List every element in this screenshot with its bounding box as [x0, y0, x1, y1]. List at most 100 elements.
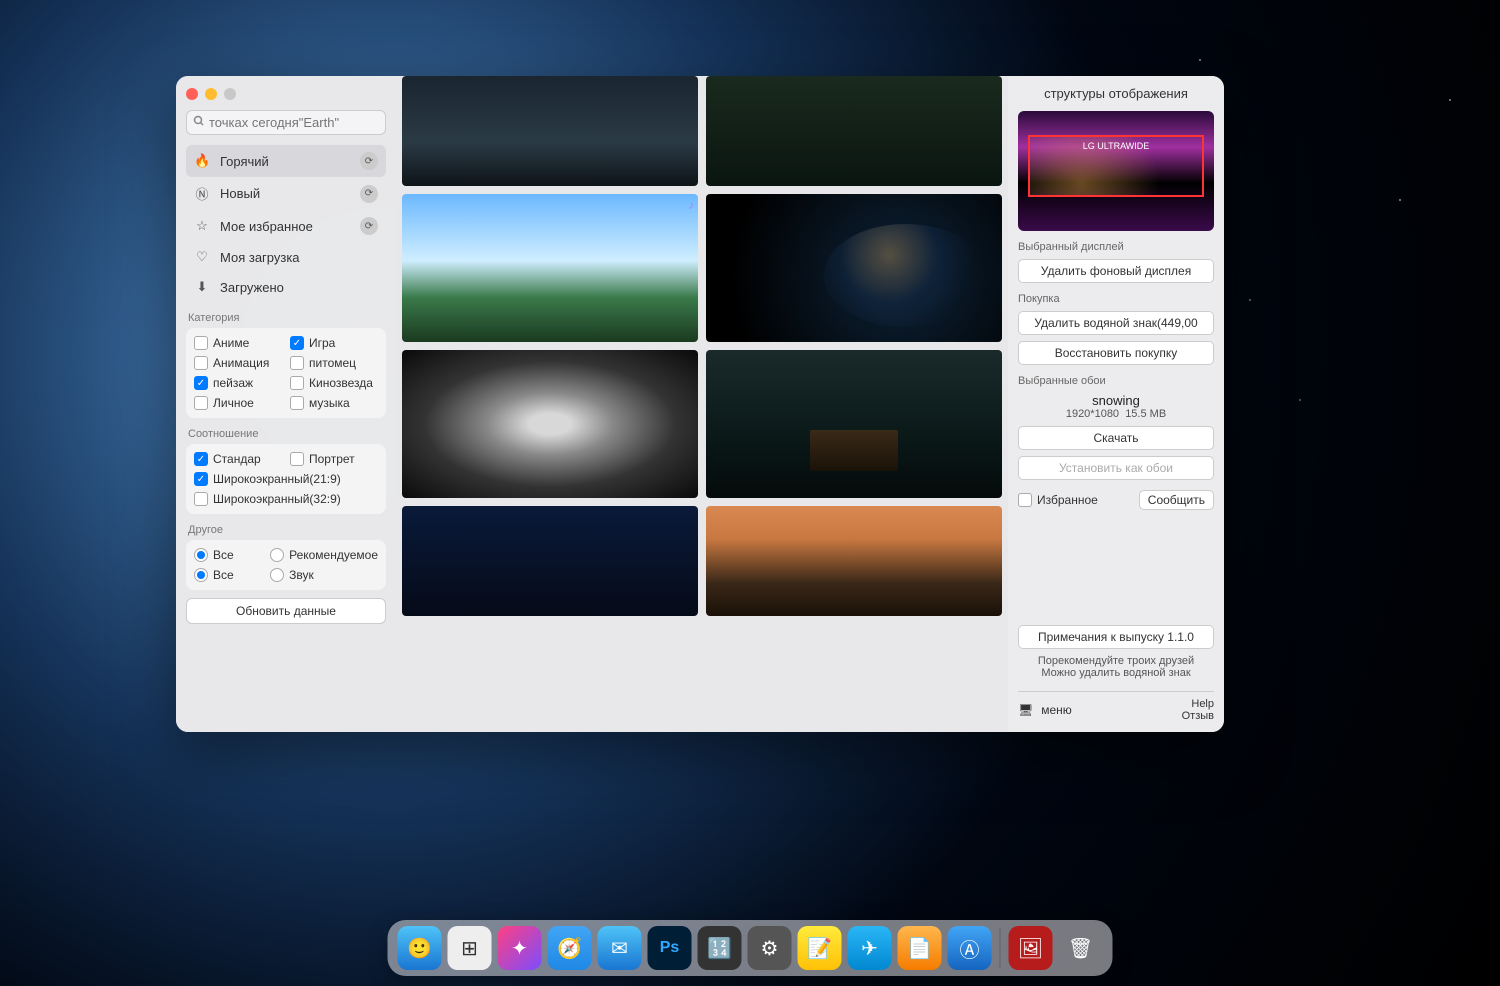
- left-sidebar: 🔥 Горячий ⟳ Ⓝ Новый ⟳ ☆ Мое избранное ⟳ …: [176, 76, 396, 732]
- feedback-link[interactable]: Отзыв: [1182, 710, 1214, 722]
- cat-personal[interactable]: Личное: [194, 396, 282, 410]
- cat-game[interactable]: ✓Игра: [290, 336, 378, 350]
- selected-wall-label: Выбранные обои: [1018, 375, 1214, 387]
- dock-photoshop[interactable]: Ps: [648, 926, 692, 970]
- nav-hot[interactable]: 🔥 Горячий ⟳: [186, 145, 386, 177]
- refresh-icon[interactable]: ⟳: [360, 185, 378, 203]
- other-sound[interactable]: Звук: [270, 568, 378, 582]
- display-name-label: LG ULTRAWIDE: [1083, 141, 1150, 151]
- dock-mail[interactable]: ✉: [598, 926, 642, 970]
- dock: 🙂 ⊞ ✦ 🧭 ✉ Ps 🔢 ⚙ 📝 ✈ 📄 Ⓐ 🖼 🗑: [388, 920, 1113, 976]
- close-button[interactable]: [186, 88, 198, 100]
- search-field[interactable]: [186, 110, 386, 135]
- wallpaper-thumb[interactable]: [706, 76, 1002, 186]
- dock-divider: [1000, 928, 1001, 968]
- wallpaper-name: snowing: [1018, 393, 1214, 408]
- refresh-icon[interactable]: ⟳: [360, 152, 378, 170]
- purchase-label: Покупка: [1018, 293, 1214, 305]
- new-icon: Ⓝ: [194, 184, 210, 203]
- wallpaper-thumb[interactable]: [706, 506, 1002, 616]
- other-all1[interactable]: Все: [194, 548, 262, 562]
- nav-fav-label: Мое избранное: [220, 219, 313, 234]
- restore-purchase-button[interactable]: Восстановить покупку: [1018, 341, 1214, 365]
- cat-music[interactable]: музыка: [290, 396, 378, 410]
- dock-notes[interactable]: 📝: [798, 926, 842, 970]
- remove-watermark-button[interactable]: Удалить водяной знак(449,00: [1018, 311, 1214, 335]
- dock-finder[interactable]: 🙂: [398, 926, 442, 970]
- ratio-group: ✓Стандар Портрет ✓Широкоэкранный(21:9) Ш…: [186, 444, 386, 514]
- refresh-data-button[interactable]: Обновить данные: [186, 598, 386, 624]
- dock-telegram[interactable]: ✈: [848, 926, 892, 970]
- release-notes-button[interactable]: Примечания к выпуску 1.1.0: [1018, 625, 1214, 649]
- window-controls: [186, 88, 386, 100]
- cat-moviestar[interactable]: Кинозвезда: [290, 376, 378, 390]
- cat-pet[interactable]: питомец: [290, 356, 378, 370]
- wallpaper-thumb[interactable]: [402, 350, 698, 498]
- wallpaper-thumb[interactable]: [402, 506, 698, 616]
- wallpaper-gallery: ♪: [396, 76, 1008, 732]
- search-icon: [193, 115, 205, 130]
- wallpaper-resolution: 1920*1080: [1066, 408, 1119, 420]
- wallpaper-thumb[interactable]: ♪: [402, 194, 698, 342]
- wallpaper-info: snowing 1920*1080 15.5 MB: [1018, 393, 1214, 420]
- nav-new-label: Новый: [220, 186, 260, 201]
- help-link[interactable]: Help: [1182, 698, 1214, 710]
- nav-loaded-label: Загружено: [220, 280, 284, 295]
- dock-launchpad[interactable]: ⊞: [448, 926, 492, 970]
- dock-arc[interactable]: ✦: [498, 926, 542, 970]
- ratio-portrait[interactable]: Портрет: [290, 452, 378, 466]
- maximize-button[interactable]: [224, 88, 236, 100]
- dock-calculator[interactable]: 🔢: [698, 926, 742, 970]
- dock-safari[interactable]: 🧭: [548, 926, 592, 970]
- music-icon: ♪: [688, 198, 694, 212]
- wallpaper-thumb[interactable]: [706, 350, 1002, 498]
- dock-settings[interactable]: ⚙: [748, 926, 792, 970]
- dock-appstore[interactable]: Ⓐ: [948, 926, 992, 970]
- ratio-329[interactable]: Широкоэкранный(32:9): [194, 492, 378, 506]
- ratio-219[interactable]: ✓Широкоэкранный(21:9): [194, 472, 378, 486]
- nav-new[interactable]: Ⓝ Новый ⟳: [186, 177, 386, 210]
- favorite-checkbox[interactable]: Избранное: [1018, 493, 1098, 507]
- nav-loaded[interactable]: ⬇ Загружено: [186, 272, 386, 302]
- other-label: Другое: [188, 524, 386, 536]
- category-label: Категория: [188, 312, 386, 324]
- wallpaper-thumb[interactable]: [402, 76, 698, 186]
- nav-downloads[interactable]: ♡ Моя загрузка: [186, 242, 386, 272]
- ratio-standard[interactable]: ✓Стандар: [194, 452, 282, 466]
- category-group: Аниме ✓Игра Анимация питомец ✓пейзаж Кин…: [186, 328, 386, 418]
- dock-pages[interactable]: 📄: [898, 926, 942, 970]
- wallpaper-thumb[interactable]: [706, 194, 1002, 342]
- nav-dl-label: Моя загрузка: [220, 250, 300, 265]
- panel-title: структуры отображения: [1018, 86, 1214, 101]
- screen-icon[interactable]: 🖥: [1018, 703, 1033, 717]
- menu-button[interactable]: меню: [1041, 703, 1072, 717]
- flame-icon: 🔥: [194, 153, 210, 169]
- download-icon: ⬇: [194, 279, 210, 295]
- display-preview[interactable]: LG ULTRAWIDE: [1018, 111, 1214, 231]
- star-icon: ☆: [194, 218, 210, 234]
- search-input[interactable]: [209, 115, 379, 130]
- dock-trash[interactable]: 🗑: [1059, 926, 1103, 970]
- other-recommended[interactable]: Рекомендуемое: [270, 548, 378, 562]
- set-wallpaper-button[interactable]: Установить как обои: [1018, 456, 1214, 480]
- nav-favorites[interactable]: ☆ Мое избранное ⟳: [186, 210, 386, 242]
- report-button[interactable]: Сообщить: [1139, 490, 1214, 510]
- cat-landscape[interactable]: ✓пейзаж: [194, 376, 282, 390]
- delete-bg-button[interactable]: Удалить фоновый дисплея: [1018, 259, 1214, 283]
- refresh-icon[interactable]: ⟳: [360, 217, 378, 235]
- selected-display-label: Выбранный дисплей: [1018, 241, 1214, 253]
- right-panel: структуры отображения LG ULTRAWIDE Выбра…: [1008, 76, 1224, 732]
- selected-display-frame[interactable]: LG ULTRAWIDE: [1028, 135, 1204, 197]
- heart-icon: ♡: [194, 249, 210, 265]
- cat-animation[interactable]: Анимация: [194, 356, 282, 370]
- dock-wallpaper-app[interactable]: 🖼: [1009, 926, 1053, 970]
- app-window: 🔥 Горячий ⟳ Ⓝ Новый ⟳ ☆ Мое избранное ⟳ …: [176, 76, 1224, 732]
- minimize-button[interactable]: [205, 88, 217, 100]
- other-all2[interactable]: Все: [194, 568, 262, 582]
- recommend-text: Порекомендуйте троих друзей Можно удалит…: [1018, 655, 1214, 679]
- ratio-label: Соотношение: [188, 428, 386, 440]
- nav-hot-label: Горячий: [220, 154, 269, 169]
- cat-anime[interactable]: Аниме: [194, 336, 282, 350]
- download-button[interactable]: Скачать: [1018, 426, 1214, 450]
- wallpaper-size: 15.5 MB: [1125, 408, 1166, 420]
